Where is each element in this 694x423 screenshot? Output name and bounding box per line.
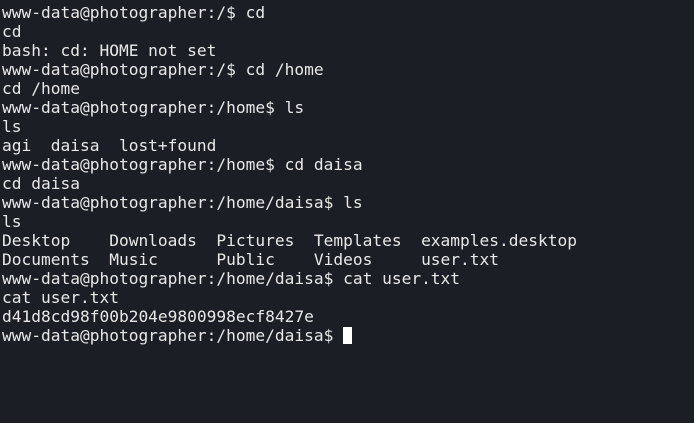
terminal-line: www-data@photographer:/home$ cd daisa: [2, 155, 363, 174]
prompt-line[interactable]: www-data@photographer:/home/daisa$: [2, 326, 694, 345]
terminal-line: www-data@photographer:/$ cd /home: [2, 60, 324, 79]
shell-prompt: www-data@photographer:/home/daisa$: [2, 326, 344, 345]
terminal-window[interactable]: www-data@photographer:/$ cd cd bash: cd:…: [0, 0, 694, 423]
terminal-line: cd: [2, 22, 22, 41]
terminal-line: www-data@photographer:/$ cd: [2, 3, 266, 22]
terminal-line: d41d8cd98f00b204e9800998ecf8427e: [2, 307, 314, 326]
terminal-line: agi daisa lost+found: [2, 136, 217, 155]
terminal-line: cd daisa: [2, 174, 80, 193]
terminal-line: bash: cd: HOME not set: [2, 41, 217, 60]
terminal-line: ls: [2, 212, 22, 231]
terminal-line: ls: [2, 117, 22, 136]
terminal-line: www-data@photographer:/home/daisa$ ls: [2, 193, 363, 212]
terminal-line: cat user.txt: [2, 288, 119, 307]
terminal-line: Desktop Downloads Pictures Templates exa…: [2, 231, 577, 250]
terminal-line: www-data@photographer:/home/daisa$ cat u…: [2, 269, 461, 288]
text-cursor: [343, 327, 353, 344]
terminal-line: www-data@photographer:/home$ ls: [2, 98, 305, 117]
terminal-line: Documents Music Public Videos user.txt: [2, 250, 500, 269]
terminal-line: cd /home: [2, 79, 80, 98]
